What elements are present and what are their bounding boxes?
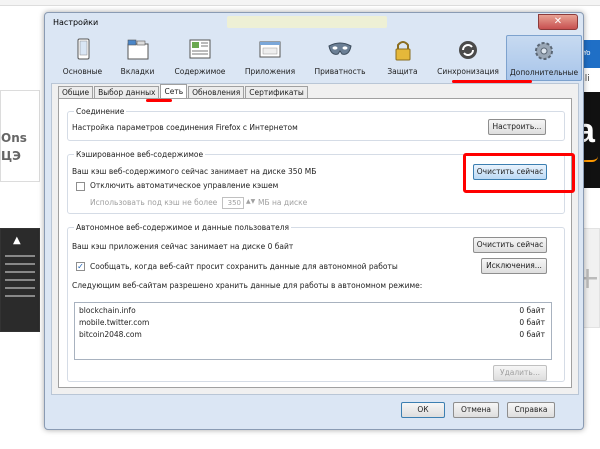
subtab-bar: Общие Выбор данных Сеть Обновления Серти… — [58, 84, 309, 98]
annotation-underline-advanced — [452, 80, 532, 83]
cache-override-checkbox[interactable] — [76, 182, 85, 191]
site-name: bitcoin2048.com — [79, 330, 142, 339]
panel-tab-label: Защита — [387, 67, 418, 76]
dialog-title: Настройки — [53, 18, 99, 27]
list-item[interactable]: mobile.twitter.com 0 байт — [75, 317, 551, 329]
privacy-mask-icon — [328, 42, 352, 55]
panel-tab-label: Основные — [62, 67, 103, 76]
subtab-data-choices[interactable]: Выбор данных — [94, 86, 160, 98]
list-item[interactable]: bitcoin2048.com 0 байт — [75, 329, 551, 341]
site-name: blockchain.info — [79, 306, 136, 315]
notify-checkbox[interactable]: ✓ — [76, 262, 85, 271]
cache-limit-label: Использовать под кэш не более — [90, 198, 218, 207]
connection-group: Соединение Настройка параметров соединен… — [67, 107, 565, 141]
panel-tab-label: Содержимое — [174, 67, 226, 76]
panel-tab-advanced[interactable]: Дополнительные — [506, 35, 582, 81]
subtab-update[interactable]: Обновления — [188, 86, 245, 98]
cache-usage-text: Ваш кэш веб-содержимого сейчас занимает … — [72, 167, 317, 176]
offline-usage-text: Ваш кэш приложения сейчас занимает на ди… — [72, 242, 294, 251]
advanced-panel: Общие Выбор данных Сеть Обновления Серти… — [51, 83, 579, 395]
background-bookmarks-bar — [0, 0, 600, 6]
general-icon — [77, 38, 89, 60]
panel-tab-label: Синхронизация — [437, 67, 499, 76]
connection-heading: Соединение — [74, 107, 127, 116]
offline-list-label: Следующим веб-сайтам разрешено хранить д… — [72, 281, 423, 290]
panel-tab-security[interactable]: Защита — [375, 35, 430, 81]
panel-tab-tabs[interactable]: Вкладки — [110, 35, 165, 81]
ok-button[interactable]: ОК — [401, 402, 445, 418]
panel-tab-label: Приватность — [314, 67, 366, 76]
annotation-underline-network — [146, 99, 172, 102]
gear-icon — [535, 42, 553, 60]
offline-sites-list[interactable]: blockchain.info 0 байт mobile.twitter.co… — [74, 302, 552, 360]
site-size: 0 байт — [519, 318, 545, 327]
panel-tab-content[interactable]: Содержимое — [165, 35, 235, 81]
annotation-box-clear-cache — [463, 153, 575, 193]
panel-tab-label: Вкладки — [120, 67, 155, 76]
cache-limit-unit: МБ на диске — [258, 198, 308, 207]
site-size: 0 байт — [519, 306, 545, 315]
list-item[interactable]: blockchain.info 0 байт — [75, 305, 551, 317]
remove-site-button[interactable]: Удалить... — [493, 365, 547, 381]
exceptions-button[interactable]: Исключения... — [481, 258, 547, 274]
help-button[interactable]: Справка — [507, 402, 555, 418]
close-button[interactable]: ✕ — [538, 14, 578, 30]
cache-heading: Кэшированное веб-содержимое — [74, 150, 206, 159]
lock-icon — [395, 41, 410, 61]
clear-offline-button[interactable]: Очистить сейчас — [473, 237, 547, 253]
subtab-certificates[interactable]: Сертификаты — [245, 86, 308, 98]
content-icon — [189, 39, 211, 59]
panel-tab-label: Приложения — [244, 67, 296, 76]
spinner-arrows-icon[interactable]: ▲▼ — [246, 198, 255, 205]
panel-tab-label: Дополнительные — [509, 68, 579, 77]
panel-tab-applications[interactable]: Приложения — [235, 35, 305, 81]
site-size: 0 байт — [519, 330, 545, 339]
trash-icon: ▲ — [13, 235, 21, 246]
settings-dialog: Настройки ✕ Основные Вкладки Содержимое … — [44, 12, 584, 430]
offline-heading: Автономное веб-содержимое и данные польз… — [74, 223, 292, 232]
network-panel: Соединение Настройка параметров соединен… — [58, 98, 572, 388]
background-tile-text: ЦЭ — [1, 149, 21, 163]
cache-limit-input[interactable]: 350 — [222, 197, 244, 209]
site-name: mobile.twitter.com — [79, 318, 150, 327]
notify-label: Сообщать, когда веб-сайт просит сохранит… — [90, 262, 398, 271]
sync-icon — [459, 41, 477, 59]
background-tile-text: Ons — [1, 131, 27, 145]
panel-tab-general[interactable]: Основные — [55, 35, 110, 81]
background-tile-left: Ons ЦЭ — [0, 90, 40, 182]
panel-toolbar: Основные Вкладки Содержимое Приложения П… — [55, 35, 582, 81]
cancel-button[interactable]: Отмена — [453, 402, 499, 418]
panel-tab-privacy[interactable]: Приватность — [305, 35, 375, 81]
connection-description: Настройка параметров соединения Firefox … — [72, 123, 298, 132]
background-tile-dark: ▲ — [0, 228, 40, 332]
subtab-network[interactable]: Сеть — [160, 84, 188, 98]
connection-settings-button[interactable]: Настроить... — [488, 119, 546, 135]
subtab-general[interactable]: Общие — [58, 86, 94, 98]
offline-group: Автономное веб-содержимое и данные польз… — [67, 223, 565, 382]
panel-tab-sync[interactable]: Синхронизация — [430, 35, 506, 81]
tabs-icon — [127, 39, 148, 60]
cache-override-label: Отключить автоматическое управление кэше… — [90, 181, 279, 190]
applications-icon — [259, 41, 281, 58]
